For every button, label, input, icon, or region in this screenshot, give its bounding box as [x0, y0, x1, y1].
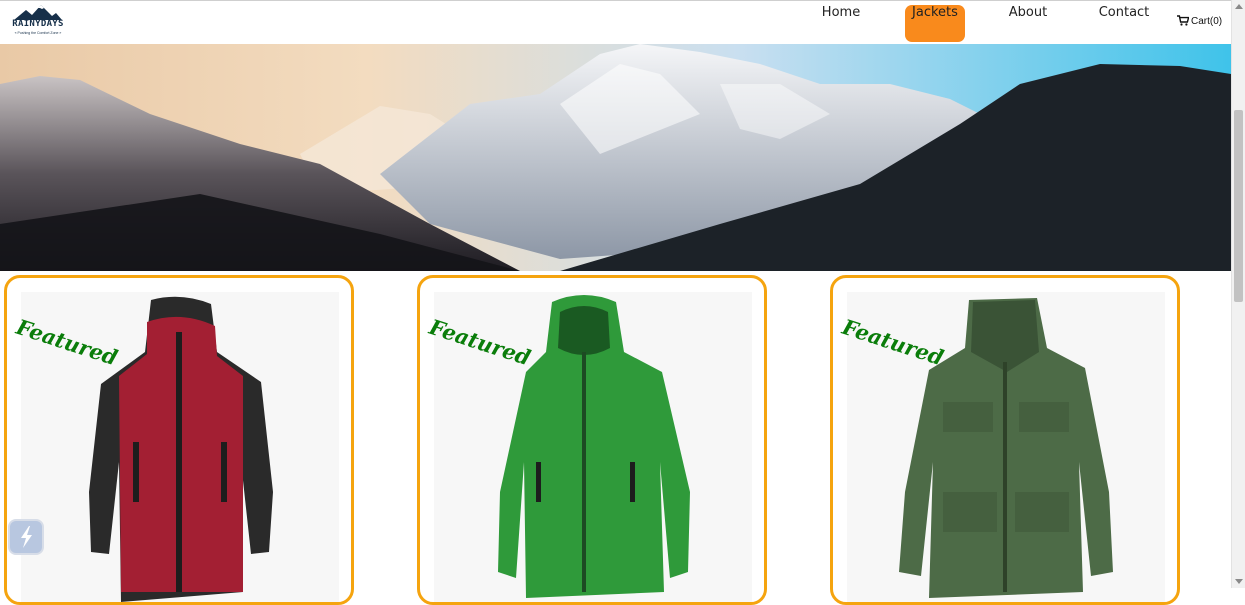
top-navigation-bar: RAINYDAYS « Pushing the Comfort Zone » H… [0, 0, 1231, 44]
nav-home[interactable]: Home [814, 5, 868, 42]
brand-name: RAINYDAYS [12, 19, 64, 29]
brand-logo[interactable]: RAINYDAYS « Pushing the Comfort Zone » [6, 4, 70, 40]
scroll-thumb[interactable] [1234, 110, 1243, 302]
floating-widget-button[interactable] [8, 519, 44, 555]
scroll-up-arrow-icon[interactable] [1235, 4, 1243, 9]
cart-icon [1177, 15, 1190, 26]
product-card-1[interactable]: Featured [4, 275, 354, 605]
lightning-widget-icon [21, 526, 32, 548]
product-card-3[interactable]: Featured [830, 275, 1180, 605]
scroll-down-arrow-icon[interactable] [1235, 579, 1243, 584]
nav-contact[interactable]: Contact [1094, 5, 1154, 42]
vertical-scrollbar[interactable] [1231, 0, 1245, 588]
snowy-mountain-range-icon [0, 44, 1231, 271]
brand-tagline: « Pushing the Comfort Zone » [14, 31, 62, 35]
cart-link[interactable]: Cart(0) [1177, 15, 1222, 31]
nav-about[interactable]: About [1003, 5, 1053, 42]
hero-banner [0, 44, 1231, 271]
product-card-2[interactable]: Featured [417, 275, 767, 605]
mountain-logo-icon [14, 5, 62, 20]
nav-jackets[interactable]: Jackets [905, 5, 965, 42]
cart-label: Cart(0) [1191, 16, 1223, 27]
